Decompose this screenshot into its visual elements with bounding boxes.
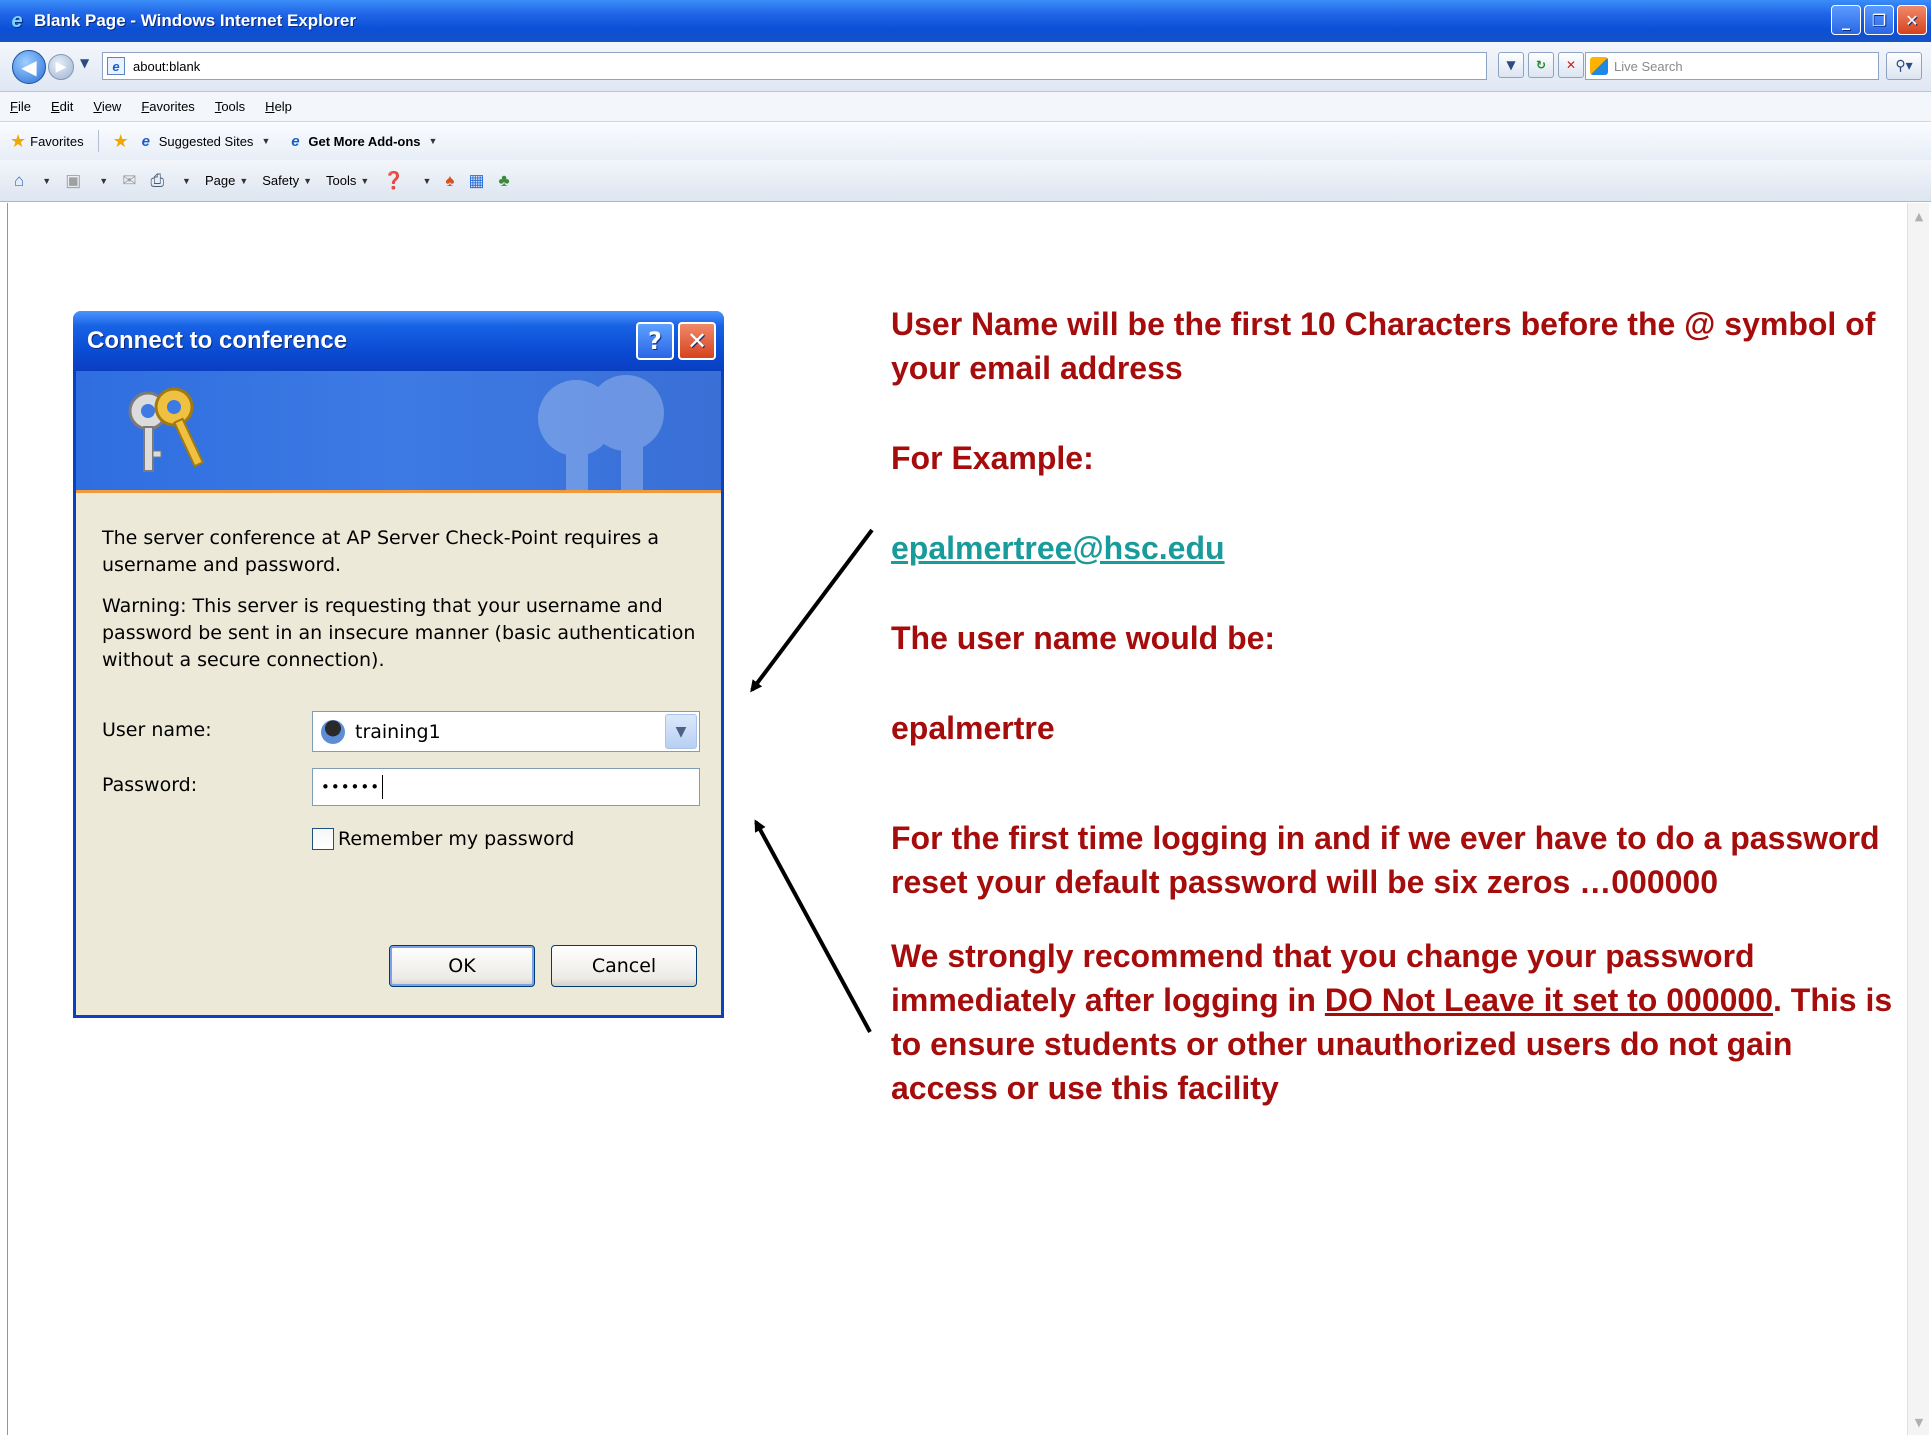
annotation-arrows	[750, 528, 874, 1033]
arrow-to-username	[750, 528, 874, 693]
arrow-to-password	[754, 819, 872, 1033]
